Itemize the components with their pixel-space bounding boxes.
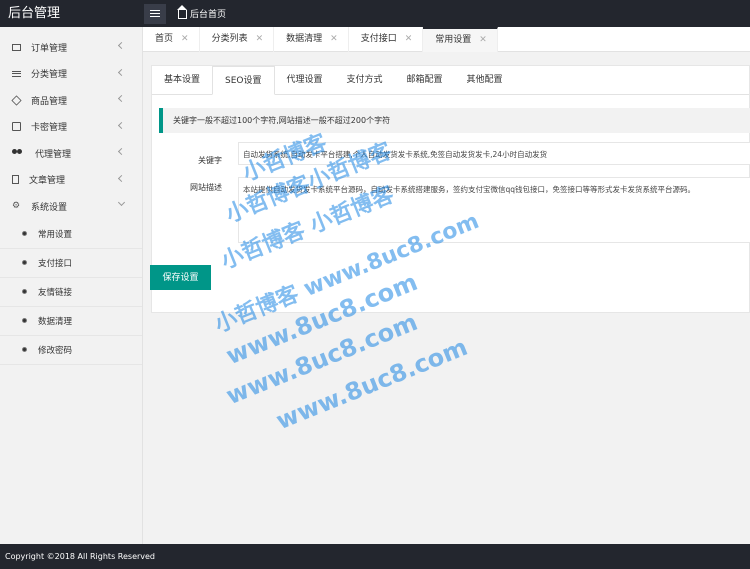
bullet-icon (22, 318, 27, 323)
home-link-label: 后台首页 (190, 10, 227, 20)
chevron-left-icon (117, 68, 126, 76)
hamburger-icon (150, 9, 160, 18)
chevron-left-icon (117, 147, 126, 156)
sidebar-item-label: 商品管理 (31, 96, 68, 107)
tab-label: 分类列表 (211, 34, 248, 44)
tab-category-list[interactable]: 分类列表 ✕ (200, 27, 275, 52)
chevron-left-icon (117, 121, 126, 129)
app-title: 后台管理 (8, 6, 61, 21)
close-icon[interactable]: ✕ (330, 27, 338, 52)
main-content: 基本设置 SEO设置 代理设置 支付方式 邮箱配置 其他配置 关键字一般不超过1… (143, 52, 750, 544)
sidebar-item-products[interactable]: 商品管理 (0, 87, 142, 114)
sidebar-item-system[interactable]: ⚙ 系统设置 (0, 193, 142, 220)
bullet-icon (22, 260, 27, 265)
card-icon (12, 122, 21, 132)
tab-common-settings[interactable]: 常用设置 ✕ (423, 27, 498, 52)
cube-icon (11, 95, 22, 106)
sidebar-subitem-label: 修改密码 (38, 345, 73, 356)
chevron-down-icon (117, 198, 126, 207)
sidebar-subitem-label: 数据清理 (38, 316, 73, 327)
subtab-seo[interactable]: SEO设置 (212, 66, 275, 95)
sidebar-subitem-change-password[interactable]: 修改密码 (0, 336, 142, 365)
tab-label: 数据清理 (286, 34, 323, 44)
close-icon[interactable]: ✕ (256, 27, 264, 52)
sidebar-subitem-data-cleanup[interactable]: 数据清理 (0, 307, 142, 336)
tab-home[interactable]: 首页 ✕ (143, 27, 200, 52)
tab-label: 常用设置 (435, 35, 472, 45)
subtab-payment-method[interactable]: 支付方式 (335, 66, 395, 95)
description-textarea[interactable]: 本站提供自动发货发卡系统平台源码，自动发卡系统搭建服务，签约支付宝微信qq钱包接… (238, 177, 750, 243)
sidebar-subitem-links[interactable]: 友情链接 (0, 278, 142, 307)
tab-label: 首页 (155, 34, 174, 44)
save-settings-button[interactable]: 保存设置 (150, 265, 211, 290)
sidebar-item-cards[interactable]: 卡密管理 (0, 114, 142, 141)
users-icon (12, 148, 23, 158)
tip-box: 关键字一般不超过100个字符,网站描述一般不超过200个字符 (159, 108, 750, 133)
chevron-left-icon (117, 174, 126, 182)
sidebar-subitem-common-settings[interactable]: 常用设置 (0, 220, 142, 249)
sidebar-item-articles[interactable]: 文章管理 (0, 167, 142, 194)
tab-label: 支付接口 (360, 34, 397, 44)
top-bar: 后台管理 后台首页 (0, 0, 750, 27)
page-tabs: 首页 ✕ 分类列表 ✕ 数据清理 ✕ 支付接口 ✕ 常用设置 ✕ (143, 27, 750, 52)
tab-data-cleanup[interactable]: 数据清理 ✕ (274, 27, 349, 52)
description-row: 网站描述 (152, 182, 232, 193)
subtab-other[interactable]: 其他配置 (455, 66, 515, 95)
file-icon (12, 175, 19, 185)
list-icon (12, 69, 21, 78)
sidebar: 订单管理 分类管理 商品管理 卡密管理 代理管理 文章管理 ⚙ 系统设置 常用设… (0, 27, 143, 544)
close-icon[interactable]: ✕ (479, 28, 487, 53)
sidebar-item-label: 文章管理 (29, 176, 66, 187)
subtab-basic[interactable]: 基本设置 (152, 66, 212, 95)
sidebar-item-agents[interactable]: 代理管理 (0, 140, 142, 167)
subtab-email[interactable]: 邮箱配置 (395, 66, 455, 95)
sidebar-item-label: 代理管理 (35, 149, 72, 160)
settings-panel: 基本设置 SEO设置 代理设置 支付方式 邮箱配置 其他配置 关键字一般不超过1… (151, 65, 750, 313)
keywords-label: 关键字 (198, 156, 222, 165)
tab-payment[interactable]: 支付接口 ✕ (349, 27, 424, 52)
home-link[interactable]: 后台首页 (177, 5, 227, 20)
close-icon[interactable]: ✕ (181, 27, 189, 52)
keywords-row: 关键字 (152, 149, 232, 172)
sidebar-item-label: 卡密管理 (31, 123, 68, 134)
footer: Copyright ©2018 All Rights Reserved (0, 544, 750, 569)
settings-tabs: 基本设置 SEO设置 代理设置 支付方式 邮箱配置 其他配置 (152, 66, 749, 95)
sidebar-item-label: 订单管理 (31, 43, 68, 54)
chevron-left-icon (117, 41, 126, 50)
description-label: 网站描述 (190, 183, 222, 192)
message-icon (12, 43, 21, 51)
keywords-input[interactable]: 自动发货系统,自动发卡平台搭建,个人自动发货发卡系统,免签自动发货发卡,24小时… (238, 142, 750, 165)
home-icon (177, 5, 187, 19)
close-icon[interactable]: ✕ (405, 27, 413, 52)
sidebar-item-label: 系统设置 (31, 202, 68, 213)
chevron-left-icon (117, 94, 126, 103)
menu-toggle-button[interactable] (144, 3, 166, 24)
sidebar-subitem-label: 支付接口 (38, 258, 73, 269)
bullet-icon (22, 289, 27, 294)
sidebar-item-orders[interactable]: 订单管理 (0, 34, 142, 61)
subtab-agent[interactable]: 代理设置 (275, 66, 335, 95)
sidebar-item-label: 分类管理 (31, 70, 68, 81)
sidebar-subitem-label: 友情链接 (38, 287, 73, 298)
gear-icon: ⚙ (12, 200, 21, 211)
sidebar-subitem-label: 常用设置 (38, 229, 73, 240)
bullet-icon (22, 231, 27, 236)
bullet-icon (22, 347, 27, 352)
sidebar-subitem-payment[interactable]: 支付接口 (0, 249, 142, 278)
sidebar-item-categories[interactable]: 分类管理 (0, 61, 142, 88)
